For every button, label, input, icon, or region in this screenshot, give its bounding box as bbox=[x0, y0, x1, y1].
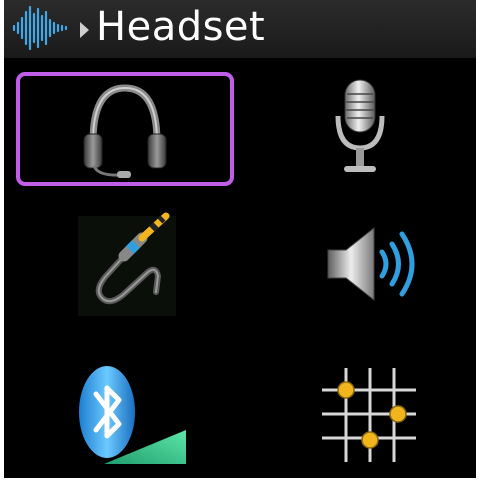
device-screen: Headset bbox=[4, 0, 476, 478]
right-arrow-icon bbox=[80, 22, 89, 38]
menu-item-speaker[interactable] bbox=[250, 206, 468, 320]
page-title: Headset bbox=[96, 4, 266, 50]
grid-settings-icon bbox=[322, 368, 416, 462]
speaker-icon bbox=[327, 226, 415, 302]
waveform-icon bbox=[12, 5, 68, 51]
title-bar: Headset bbox=[4, 0, 476, 58]
bluetooth-icon bbox=[79, 366, 186, 464]
headset-icon bbox=[83, 84, 167, 178]
audio-jack-icon bbox=[78, 212, 176, 316]
menu-item-audio-cable[interactable] bbox=[16, 206, 234, 320]
menu-item-settings-grid[interactable] bbox=[250, 352, 468, 466]
menu-item-headset[interactable] bbox=[16, 72, 234, 186]
microphone-icon bbox=[335, 79, 385, 172]
menu-item-microphone[interactable] bbox=[250, 72, 468, 186]
menu-item-bluetooth[interactable] bbox=[16, 352, 234, 466]
